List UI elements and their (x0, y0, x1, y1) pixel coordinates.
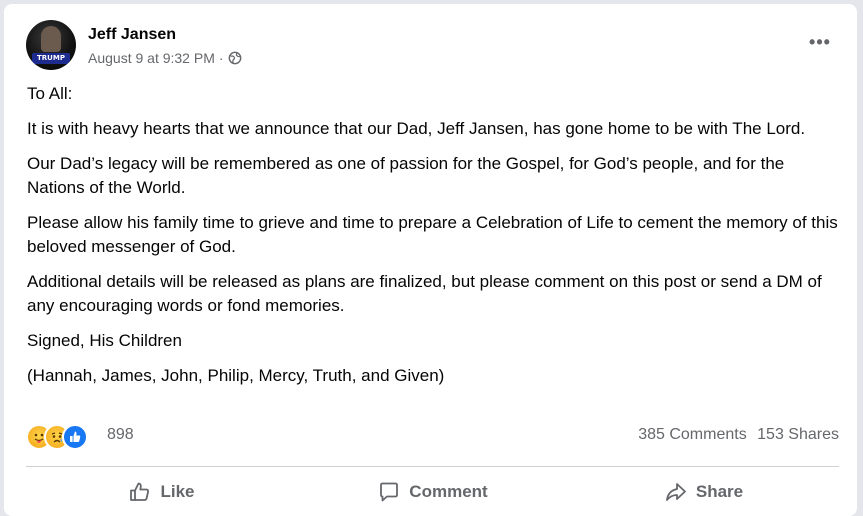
meta-separator: · (218, 50, 224, 66)
reactions-row: 898 385 Comments 153 Shares (26, 424, 839, 450)
shares-count[interactable]: 153 Shares (757, 426, 839, 443)
post-paragraph: Our Dad’s legacy will be remembered as o… (27, 154, 785, 197)
like-reaction-icon (62, 424, 88, 450)
post-paragraph: Please allow his family time to grieve a… (27, 213, 838, 256)
post-body: To All: It is with heavy hearts that we … (27, 82, 842, 399)
post-header: TRUMP Jeff Jansen August 9 at 9:32 PM · … (26, 20, 846, 72)
reaction-icons[interactable] (26, 424, 100, 450)
author-name[interactable]: Jeff Jansen (88, 26, 176, 44)
post-paragraph: It is with heavy hearts that we announce… (27, 119, 806, 138)
comment-button[interactable]: Comment (297, 472, 568, 512)
engagement-counts: 385 Comments 153 Shares (632, 426, 839, 444)
comment-bubble-icon (377, 480, 401, 504)
avatar-figure (41, 26, 61, 52)
post-paragraph: To All: (27, 84, 73, 103)
post-card: TRUMP Jeff Jansen August 9 at 9:32 PM · … (4, 4, 857, 516)
thumbs-up-icon (128, 480, 152, 504)
action-bar: Like Comment Share (26, 472, 839, 512)
avatar[interactable]: TRUMP (26, 20, 76, 70)
avatar-badge: TRUMP (32, 53, 70, 64)
post-paragraph: (Hannah, James, John, Philip, Mercy, Tru… (27, 366, 445, 385)
divider (26, 466, 839, 467)
share-label: Share (695, 482, 744, 501)
post-paragraph: Signed, His Children (27, 331, 182, 350)
comment-label: Comment (409, 482, 488, 501)
share-arrow-icon (664, 480, 688, 504)
globe-icon[interactable] (228, 51, 242, 65)
post-paragraph: Additional details will be released as p… (27, 272, 822, 315)
more-options-button[interactable]: ••• (802, 28, 838, 56)
post-meta: August 9 at 9:32 PM · (88, 50, 242, 66)
post-timestamp[interactable]: August 9 at 9:32 PM (88, 50, 215, 66)
reaction-count[interactable]: 898 (107, 426, 134, 444)
comments-count[interactable]: 385 Comments (638, 426, 747, 443)
share-button[interactable]: Share (568, 472, 839, 512)
like-label: Like (160, 482, 195, 501)
like-button[interactable]: Like (26, 472, 297, 512)
